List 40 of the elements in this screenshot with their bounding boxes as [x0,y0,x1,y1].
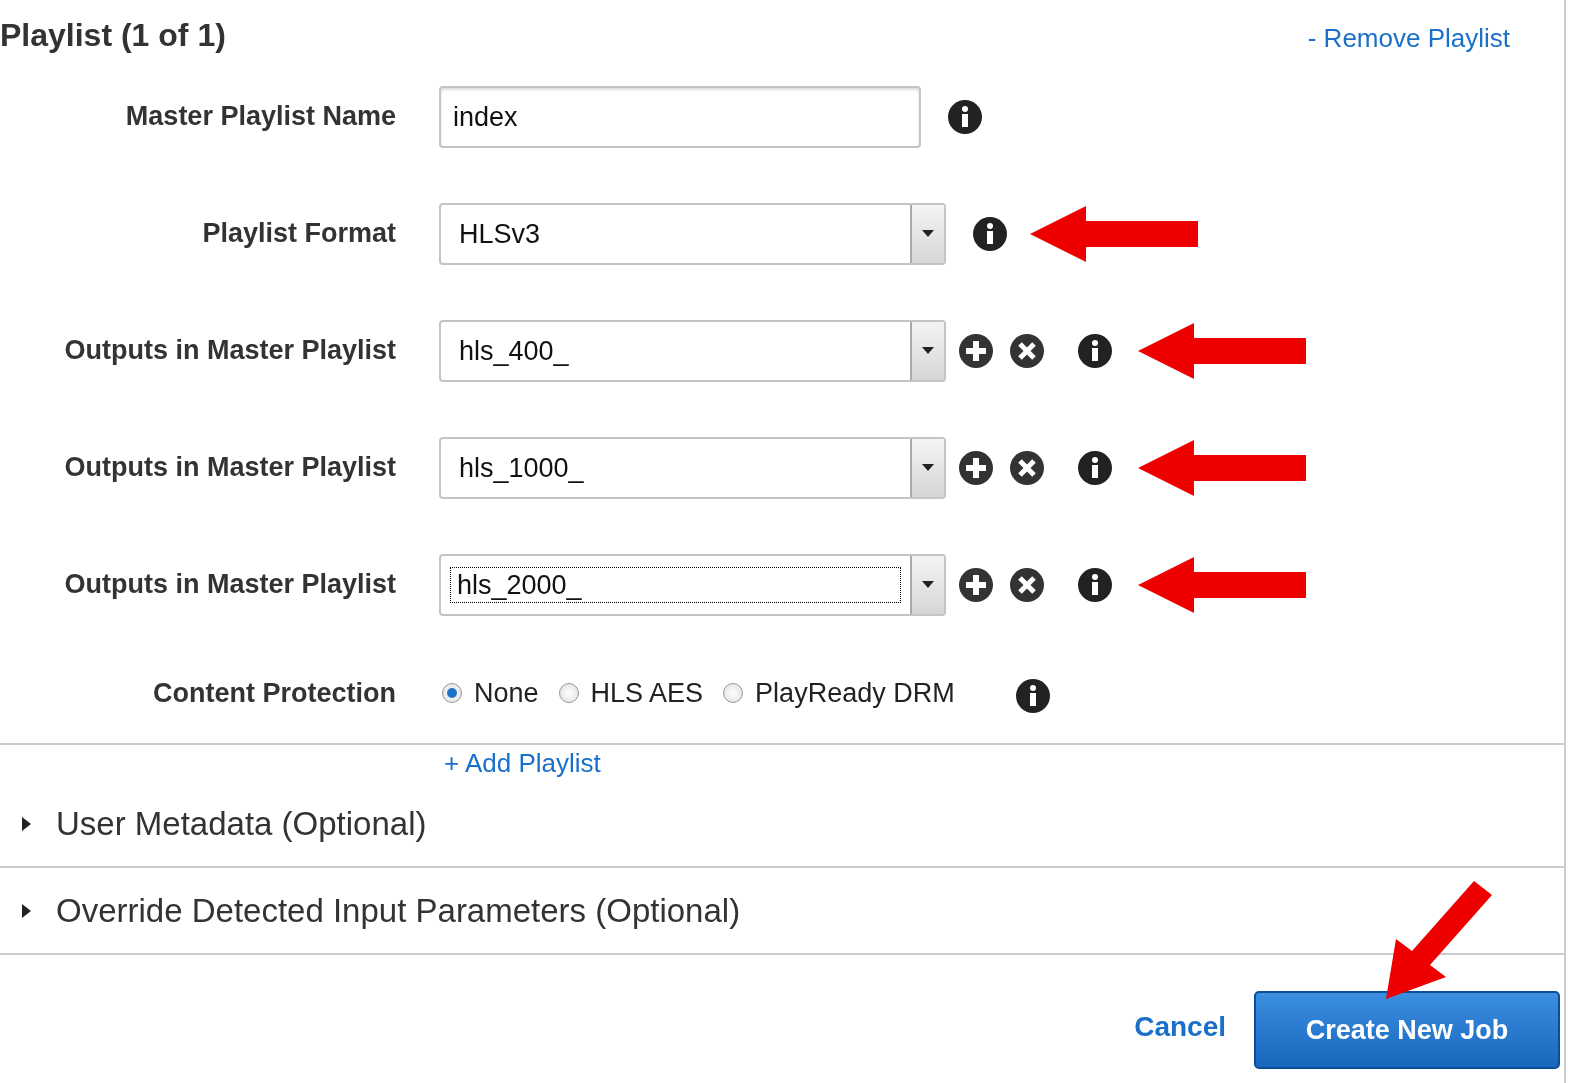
radio-label[interactable]: HLS AES [590,677,704,709]
info-icon[interactable] [972,215,1008,252]
text-field[interactable]: index [439,85,921,148]
add-icon[interactable] [958,449,994,486]
caret-icon [922,464,934,471]
add-icon[interactable] [958,332,994,369]
field-label: Master Playlist Name [124,101,396,132]
info-icon[interactable] [1077,449,1113,486]
remove-icon[interactable] [1009,566,1045,603]
dropdown-field[interactable]: HLSv3 [439,202,946,265]
dropdown-field[interactable]: hls_2000_ [439,553,946,616]
caret-icon [922,581,934,588]
info-icon[interactable] [1077,332,1113,369]
cancel-link[interactable]: Cancel [1134,1011,1226,1043]
section-title: Playlist (1 of 1) [0,16,226,54]
section-header[interactable]: Override Detected Input Parameters (Optional) [56,891,741,930]
info-icon[interactable] [947,98,983,135]
remove-icon[interactable] [1009,449,1045,486]
radio-label[interactable]: None [474,677,539,709]
remove-playlist-link[interactable]: - Remove Playlist [1307,22,1510,54]
radio-button[interactable] [723,683,744,703]
field-label: Outputs in Master Playlist [63,335,396,366]
create-job-button[interactable]: Create New Job [1254,991,1560,1069]
caret-icon [922,230,934,237]
field-label: Content Protection [152,677,396,709]
section-header[interactable]: User Metadata (Optional) [56,804,427,843]
add-playlist-link[interactable]: + Add Playlist [444,747,601,779]
add-icon[interactable] [958,566,994,603]
remove-icon[interactable] [1009,332,1045,369]
info-icon[interactable] [1077,566,1113,603]
info-icon[interactable] [1014,678,1051,714]
field-label: Outputs in Master Playlist [63,452,396,483]
field-label: Outputs in Master Playlist [63,569,396,600]
dropdown-field[interactable]: hls_1000_ [439,436,946,499]
radio-button[interactable] [558,683,579,703]
field-label: Playlist Format [201,218,396,249]
radio-label[interactable]: PlayReady DRM [755,677,955,709]
dropdown-field[interactable]: hls_400_ [439,319,946,382]
radio-button[interactable] [442,683,462,703]
caret-icon [922,347,934,354]
